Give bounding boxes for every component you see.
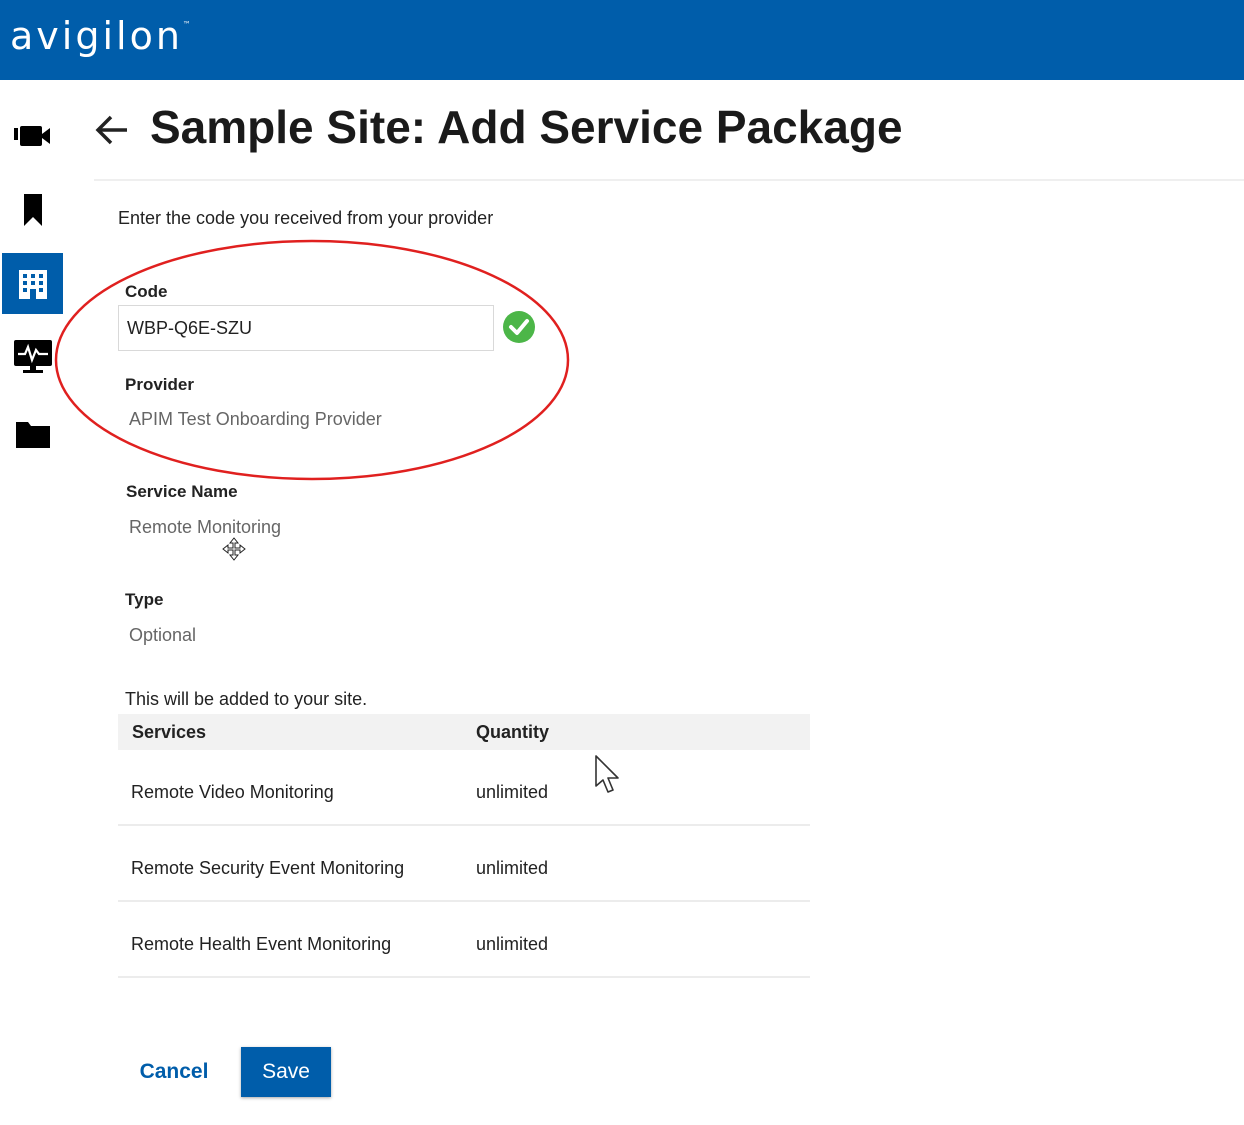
video-camera-icon [13, 123, 53, 149]
side-navigation [0, 80, 66, 500]
instructions-text: Enter the code you received from your pr… [118, 208, 494, 228]
cancel-button[interactable]: Cancel [126, 1048, 222, 1096]
bookmark-icon [21, 192, 45, 228]
logo-text: avigilon [10, 14, 183, 58]
quantity-cell: unlimited [476, 782, 549, 802]
code-label: Code [125, 282, 168, 301]
folder-icon [14, 418, 52, 450]
health-monitor-icon [13, 337, 53, 375]
move-cursor-icon [222, 537, 246, 561]
highlight-annotation [54, 239, 570, 481]
provider-label: Provider [125, 375, 194, 394]
table-row: Remote Health Event Monitoring unlimited [118, 902, 810, 978]
building-icon [16, 267, 50, 301]
title-divider [94, 179, 1244, 181]
service-cell: Remote Video Monitoring [131, 782, 334, 802]
table-row: Remote Video Monitoring unlimited [118, 750, 810, 826]
table-header: Services Quantity [118, 714, 810, 750]
service-cell: Remote Health Event Monitoring [131, 934, 392, 954]
page-title: Sample Site: Add Service Package [150, 101, 903, 153]
column-header-quantity: Quantity [476, 722, 550, 742]
quantity-cell: unlimited [476, 934, 549, 954]
logo-trademark: ™ [182, 20, 194, 29]
column-header-services: Services [132, 722, 207, 742]
valid-check-icon [502, 310, 536, 344]
code-input[interactable] [118, 305, 494, 351]
table-row: Remote Security Event Monitoring unlimit… [118, 826, 810, 902]
service-name-value: Remote Monitoring [129, 517, 282, 537]
service-name-label: Service Name [126, 482, 238, 501]
added-note: This will be added to your site. [125, 689, 368, 709]
nav-item-video[interactable] [2, 105, 63, 166]
nav-item-sites[interactable] [2, 253, 63, 314]
type-label: Type [125, 590, 164, 609]
save-button[interactable]: Save [241, 1047, 331, 1097]
type-value: Optional [129, 625, 197, 645]
nav-item-files[interactable] [2, 403, 63, 464]
nav-item-bookmarks[interactable] [2, 179, 63, 240]
provider-value: APIM Test Onboarding Provider [129, 409, 382, 429]
mouse-pointer-icon [594, 754, 624, 796]
avigilon-logo[interactable]: avigilon™ [10, 14, 194, 58]
service-cell: Remote Security Event Monitoring [131, 858, 405, 878]
services-table: Services Quantity Remote Video Monitorin… [118, 714, 810, 978]
nav-item-health[interactable] [2, 325, 63, 386]
top-bar: avigilon™ [0, 0, 1244, 80]
quantity-cell: unlimited [476, 858, 549, 878]
back-arrow-icon[interactable] [94, 112, 130, 148]
